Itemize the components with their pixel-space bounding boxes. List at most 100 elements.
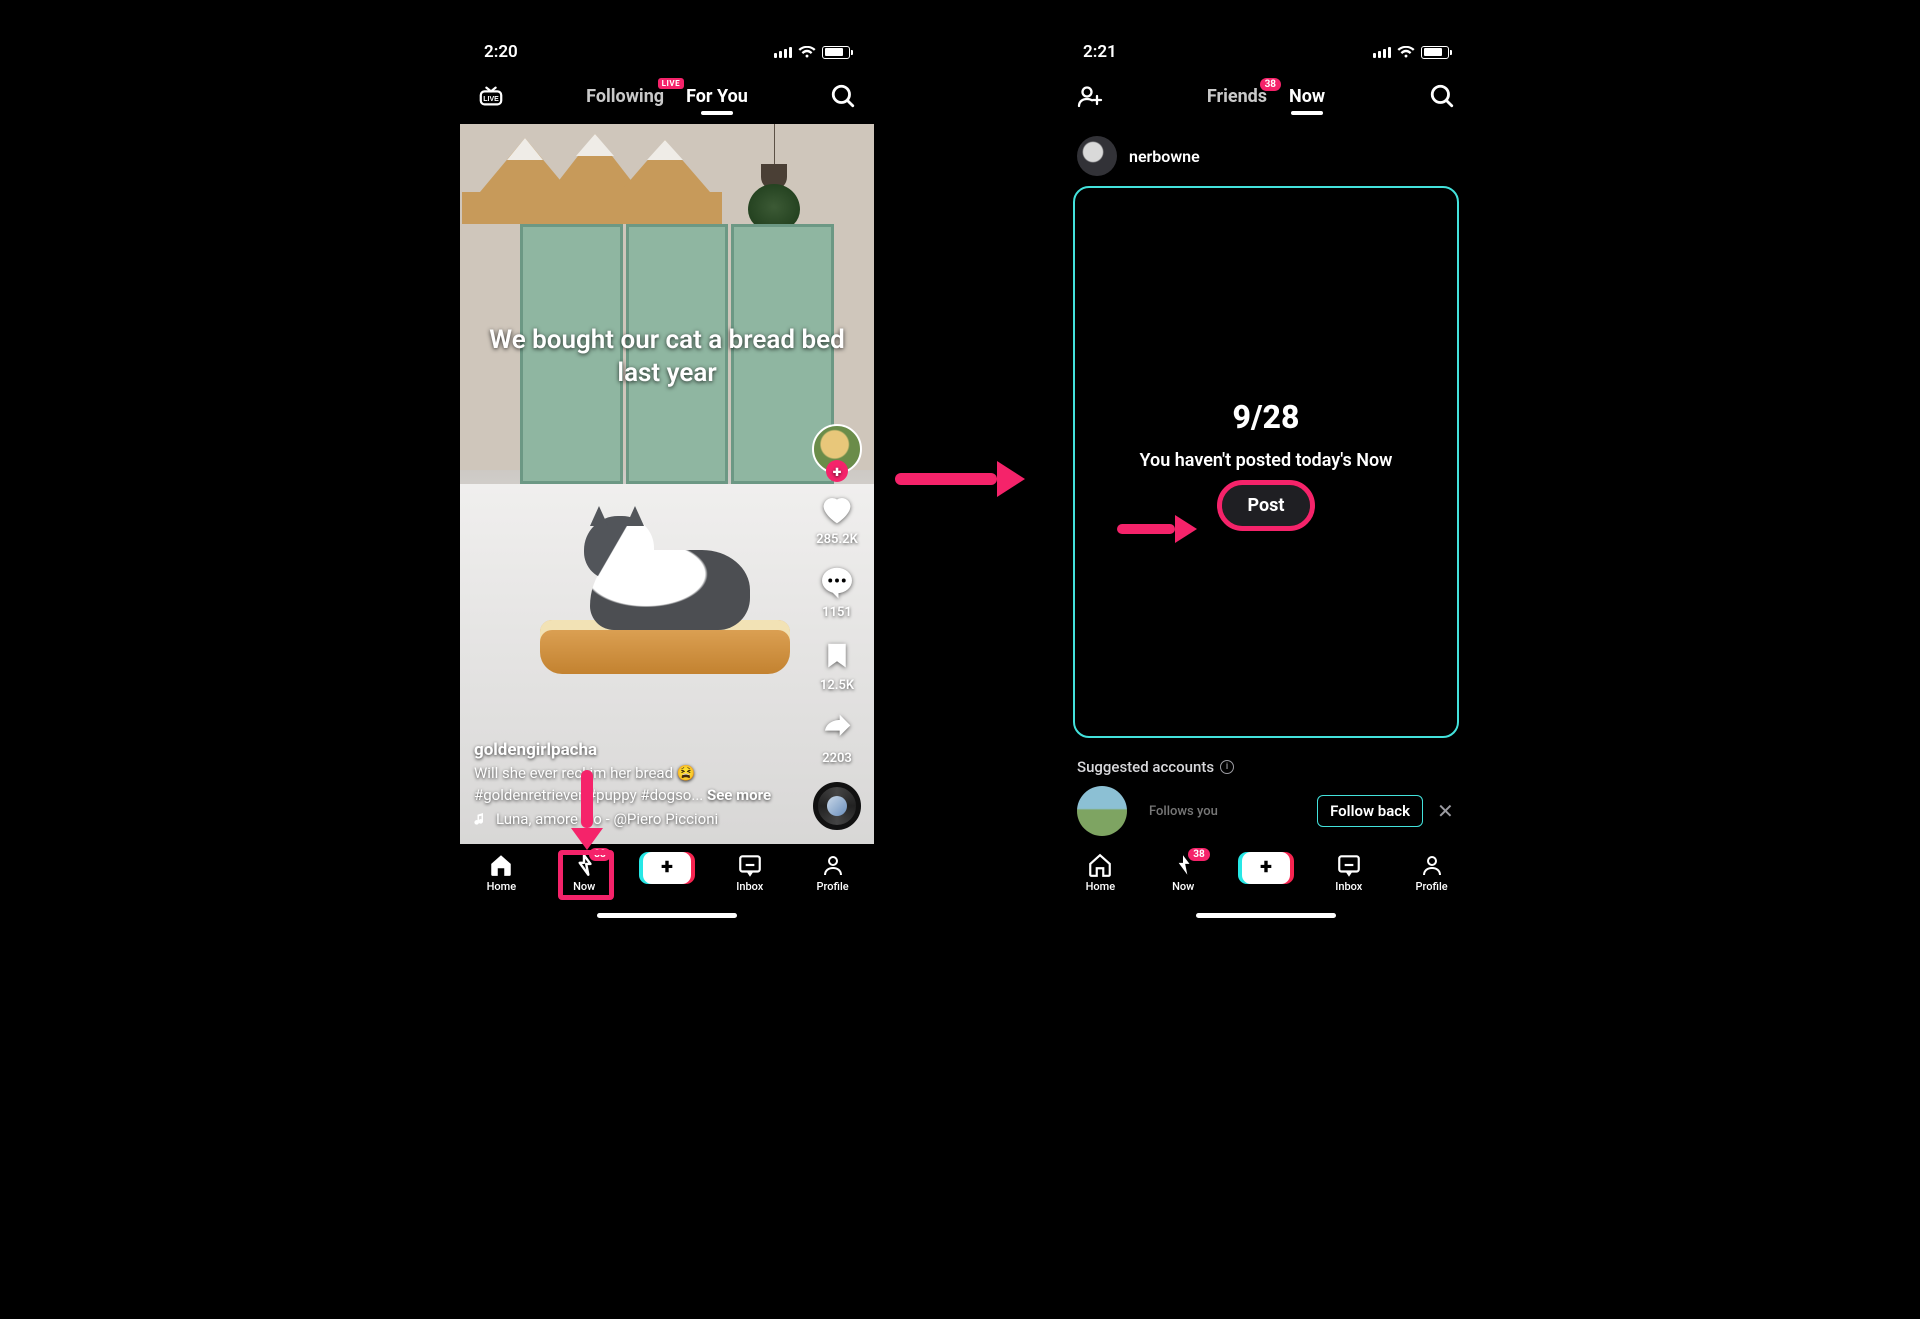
suggested-accounts-header: Suggested accounts i [1059,738,1473,776]
video-caption-text: Will she ever recl im her bread 😫 [474,764,784,782]
status-time: 2:20 [484,42,518,62]
suggested-header-text: Suggested accounts [1077,758,1214,776]
tab-friends-label: Friends [1207,86,1267,107]
tab-following[interactable]: Following LIVE [586,86,664,107]
cat [590,515,750,630]
tab-now-label: Now [1172,880,1194,893]
phone-right: 2:21 Friends 38 Now ne [1059,30,1473,926]
tab-now[interactable]: Now 38 [543,852,626,893]
sound-disc[interactable] [813,782,861,830]
now-message: You haven't posted today's Now [1140,450,1393,471]
tab-following-label: Following [586,86,664,107]
tab-profile[interactable]: Profile [791,852,874,893]
tab-inbox[interactable]: Inbox [1307,852,1390,893]
battery-icon [822,46,850,59]
tab-home-label: Home [487,880,517,893]
search-icon[interactable] [1429,83,1455,109]
suggested-subtitle: Follows you [1149,804,1218,819]
tab-home-label: Home [1086,880,1116,893]
comment-button[interactable]: 1151 [818,563,856,620]
comment-count: 1151 [822,605,852,620]
info-icon[interactable]: i [1220,760,1234,774]
now-date: 9/28 [1233,398,1300,436]
tab-create[interactable]: + [1225,852,1308,884]
annotation-arrow-to-post-button [1117,520,1197,538]
comparison-canvas: 2:20 LIVE Following LIVE For You [297,30,1623,940]
hanging-plant [744,124,804,234]
bookmark-button[interactable]: 12.5K [818,636,856,693]
tab-now-top[interactable]: Now [1289,86,1325,107]
share-count: 2203 [822,751,852,766]
share-icon [818,709,856,747]
bottom-tab-bar: Home Now 38 + Inbox Profile [1059,844,1473,926]
status-right-cluster [774,46,850,59]
search-icon[interactable] [830,83,856,109]
create-plus-icon: + [643,852,691,884]
video-feed[interactable]: We bought our cat a bread bed last year … [460,124,874,844]
tab-now[interactable]: Now 38 [1142,852,1225,893]
sound-row[interactable]: Luna, amore e o - @Piero Piccioni [474,810,784,828]
dismiss-suggestion-icon[interactable]: ✕ [1437,802,1455,820]
video-hashtags[interactable]: #goldenretriever #puppy #dogso... See mo… [474,786,784,804]
now-user-row[interactable]: nerbowne [1059,118,1473,186]
tab-profile[interactable]: Profile [1390,852,1473,893]
tab-foryou[interactable]: For You [686,86,748,107]
tab-home[interactable]: Home [1059,852,1142,893]
cellular-signal-icon [1373,46,1391,58]
home-indicator [597,913,737,918]
phone-left: 2:20 LIVE Following LIVE For You [460,30,874,926]
suggested-account-row[interactable]: Follows you Follow back ✕ [1059,776,1473,836]
bookmark-count: 12.5K [820,678,854,693]
disc-icon [813,782,861,830]
tab-inbox-label: Inbox [736,880,763,893]
user-avatar [1077,136,1117,176]
create-plus-icon: + [1242,852,1290,884]
suggested-avatar [1077,786,1127,836]
bookmark-icon [818,636,856,674]
side-action-bar: + 285.2K 1151 [812,424,862,804]
top-nav: LIVE Following LIVE For You [460,74,874,118]
cellular-signal-icon [774,46,792,58]
annotation-arrow-to-right-screen [895,470,1025,488]
friends-badge: 38 [1260,78,1281,91]
tab-friends[interactable]: Friends 38 [1207,86,1267,107]
status-bar: 2:20 [460,30,874,74]
share-button[interactable]: 2203 [818,709,856,766]
tab-home[interactable]: Home [460,852,543,893]
annotation-arrow-to-now-tab [580,770,594,850]
wall-art [462,134,722,224]
avatar-icon: + [812,424,862,474]
author-username[interactable]: goldengirlpacha [474,740,784,760]
live-icon[interactable]: LIVE [478,83,504,109]
add-friend-icon[interactable] [1077,83,1103,109]
video-caption-overlay: We bought our cat a bread bed last year [460,324,874,389]
status-right-cluster [1373,46,1449,59]
heart-icon [818,490,856,528]
comment-icon [818,563,856,601]
follow-plus-icon[interactable]: + [826,460,848,482]
sound-name: Luna, amore e o - @Piero Piccioni [496,810,718,828]
video-meta: goldengirlpacha Will she ever recl im he… [474,740,784,828]
status-time: 2:21 [1083,42,1117,62]
wifi-icon [798,46,816,59]
tab-profile-label: Profile [817,880,849,893]
tab-profile-label: Profile [1416,880,1448,893]
now-card: 9/28 You haven't posted today's Now Post [1073,186,1459,738]
status-bar: 2:21 [1059,30,1473,74]
tab-create[interactable]: + [626,852,709,884]
top-nav: Friends 38 Now [1059,74,1473,118]
svg-text:LIVE: LIVE [483,96,499,103]
bottom-tab-bar: Home Now 38 + Inbox Profile [460,844,874,926]
follow-back-button[interactable]: Follow back [1317,795,1423,827]
see-more-link[interactable]: See more [707,786,771,804]
like-count: 285.2K [816,532,858,547]
tab-inbox[interactable]: Inbox [708,852,791,893]
wifi-icon [1397,46,1415,59]
tab-now-badge: 38 [1188,848,1209,861]
tab-now-label: Now [573,880,595,893]
like-button[interactable]: 285.2K [816,490,858,547]
post-button[interactable]: Post [1222,485,1311,526]
author-avatar[interactable]: + [812,424,862,474]
battery-icon [1421,46,1449,59]
live-badge: LIVE [658,78,684,89]
